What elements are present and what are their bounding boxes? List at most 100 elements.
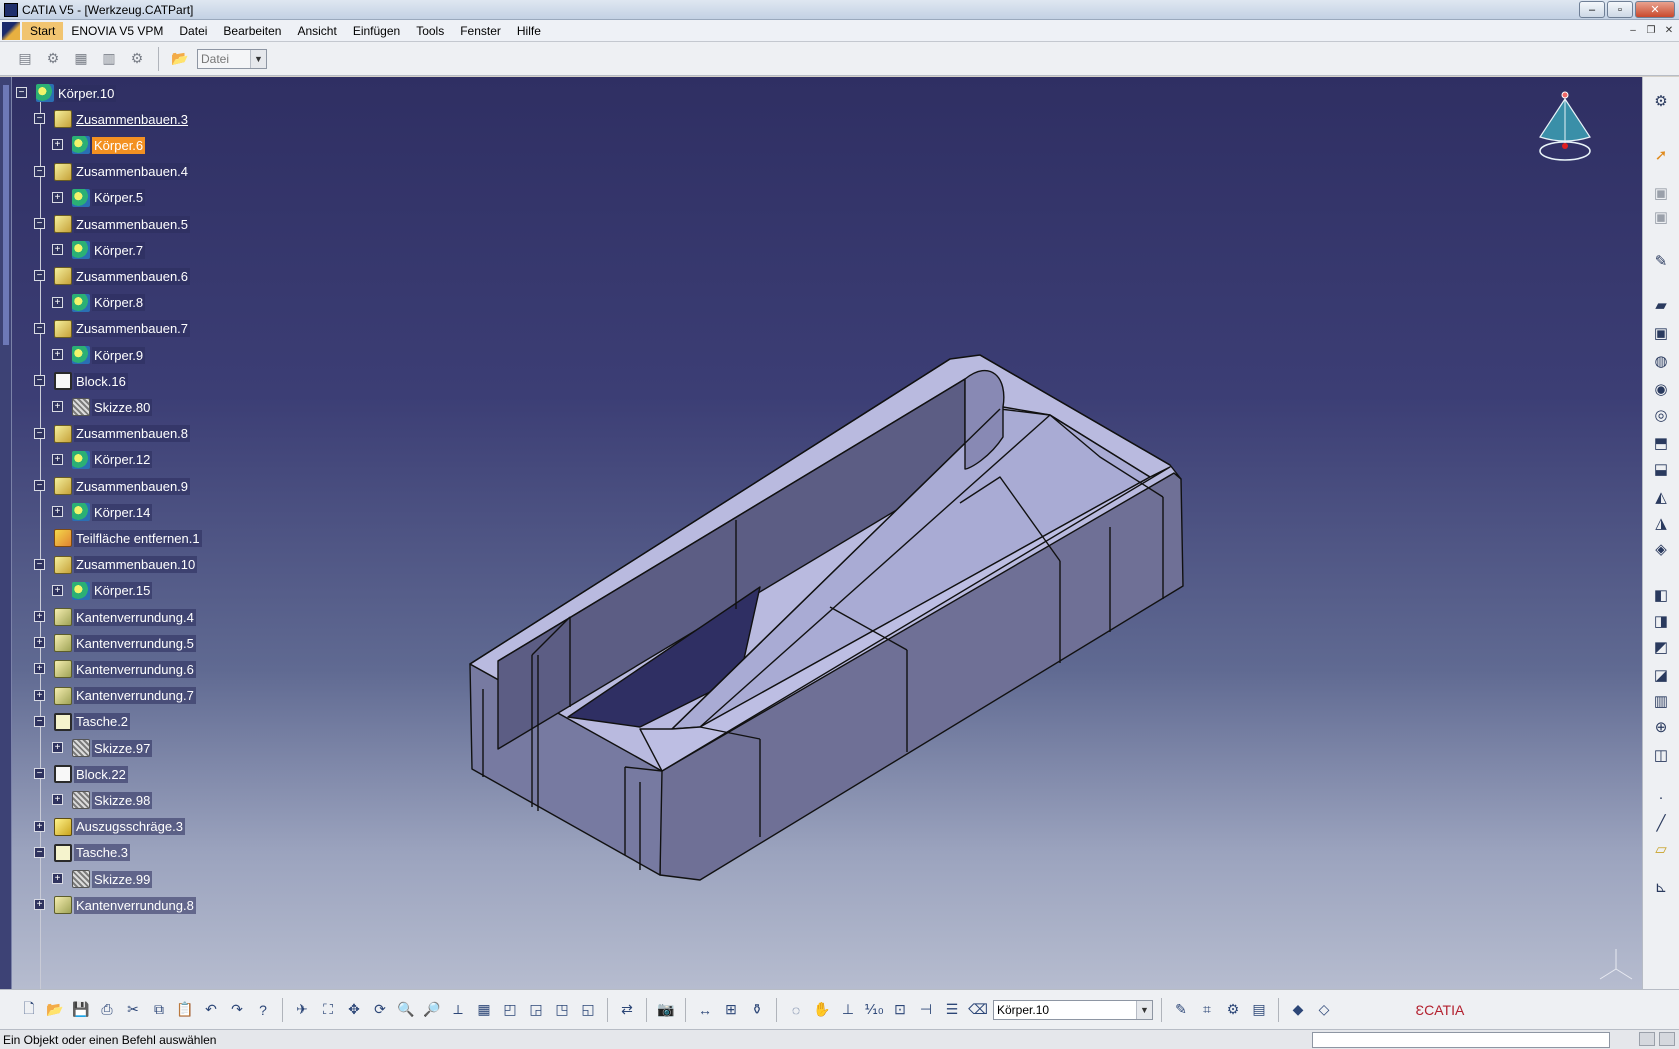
shaft-icon[interactable]: ◍: [1651, 351, 1671, 371]
slot-icon[interactable]: ⬓: [1651, 459, 1671, 479]
snap-icon[interactable]: ⊡: [889, 999, 911, 1021]
collapse-icon[interactable]: −: [16, 87, 27, 98]
expand-icon[interactable]: +: [34, 820, 45, 832]
save-icon[interactable]: 💾: [70, 999, 92, 1021]
open-icon[interactable]: 📂: [44, 999, 66, 1021]
expand-icon[interactable]: +: [52, 349, 63, 360]
tree-node[interactable]: + Skizze.80: [52, 395, 153, 419]
open-folder-icon[interactable]: 📂: [169, 48, 191, 70]
measure-inertia-icon[interactable]: ⚱: [746, 999, 768, 1021]
multi-view-icon[interactable]: ▦: [473, 999, 495, 1021]
tree-node[interactable]: Teilfläche entfernen.1: [54, 526, 202, 550]
tree-node[interactable]: + Körper.9: [52, 343, 146, 367]
expand-icon[interactable]: +: [34, 689, 45, 701]
cut-icon[interactable]: ✂: [122, 999, 144, 1021]
tree-node[interactable]: − Zusammenbauen.9: [34, 474, 191, 498]
tree-node[interactable]: + Körper.12: [52, 448, 153, 472]
expand-icon[interactable]: +: [34, 663, 45, 675]
normal-view-icon[interactable]: ⟂: [447, 999, 469, 1021]
expand-icon[interactable]: +: [52, 139, 63, 151]
loft-icon[interactable]: ◮: [1651, 513, 1671, 533]
eraser-icon[interactable]: ⌫: [967, 999, 989, 1021]
thread-icon[interactable]: ⊕: [1651, 717, 1671, 737]
pan-icon[interactable]: ✥: [343, 999, 365, 1021]
tree-node[interactable]: − Zusammenbauen.7: [34, 317, 191, 341]
tree-node[interactable]: + Kantenverrundung.5: [34, 631, 196, 655]
doc-close-button[interactable]: ✕: [1661, 23, 1677, 37]
hole-icon[interactable]: ◎: [1651, 405, 1671, 425]
collapse-icon[interactable]: −: [34, 427, 45, 439]
collapse-icon[interactable]: −: [34, 218, 45, 229]
point-icon[interactable]: ·: [1651, 787, 1671, 807]
draft-icon[interactable]: ◩: [1651, 637, 1671, 657]
plane-icon[interactable]: ▱: [1651, 839, 1671, 859]
expand-icon[interactable]: +: [34, 637, 45, 649]
file-combo[interactable]: Datei ▼: [197, 48, 267, 69]
copy-icon[interactable]: ⧉: [148, 999, 170, 1021]
collapse-icon[interactable]: −: [34, 768, 45, 780]
collapse-icon[interactable]: −: [34, 270, 45, 282]
collapse-icon[interactable]: −: [34, 165, 45, 177]
tree-node[interactable]: − Zusammenbauen.4: [34, 160, 191, 184]
tree-node[interactable]: + Kantenverrundung.4: [34, 605, 196, 629]
line-icon[interactable]: ╱: [1651, 813, 1671, 833]
thickness-icon[interactable]: ▥: [1651, 691, 1671, 711]
zoom-in-icon[interactable]: 🔍: [395, 999, 417, 1021]
apply-material-icon[interactable]: ◌: [785, 999, 807, 1021]
chamfer-icon[interactable]: ◨: [1651, 611, 1671, 631]
expand-icon[interactable]: +: [52, 506, 63, 518]
collapse-icon[interactable]: −: [34, 322, 45, 334]
menu-start[interactable]: Start: [22, 21, 64, 40]
pad-icon[interactable]: ▰: [1651, 295, 1671, 315]
expand-icon[interactable]: +: [34, 899, 45, 911]
expand-icon[interactable]: +: [52, 244, 63, 256]
paste-icon[interactable]: ▣: [1651, 207, 1671, 227]
undo-icon[interactable]: ↶: [200, 999, 222, 1021]
paste-icon[interactable]: 📋: [174, 999, 196, 1021]
expand-icon[interactable]: +: [34, 611, 45, 622]
expand-icon[interactable]: +: [52, 873, 63, 884]
collapse-icon[interactable]: −: [34, 715, 45, 727]
expand-icon[interactable]: +: [52, 401, 63, 413]
tree-node[interactable]: + Körper.6: [52, 133, 146, 157]
measure-between-icon[interactable]: ↔: [694, 999, 716, 1021]
tree-node[interactable]: − Tasche.2: [34, 710, 131, 734]
chevron-down-icon[interactable]: ▼: [1136, 1000, 1152, 1019]
tree-node[interactable]: − Zusammenbauen.6: [34, 264, 191, 288]
feature-list-icon[interactable]: ◇: [1313, 999, 1335, 1021]
command-input[interactable]: [1312, 1032, 1610, 1048]
expand-icon[interactable]: +: [52, 794, 63, 806]
document-icon[interactable]: [2, 21, 20, 40]
catalog-icon[interactable]: ▤: [1248, 999, 1270, 1021]
redo-icon[interactable]: ↷: [226, 999, 248, 1021]
tree-node[interactable]: + Körper.7: [52, 238, 146, 262]
sketch-analysis-icon[interactable]: ✎: [1170, 999, 1192, 1021]
measure-item-icon[interactable]: ⊞: [720, 999, 742, 1021]
expand-icon[interactable]: +: [52, 742, 63, 753]
new-part-icon[interactable]: ▤: [14, 48, 36, 70]
tree-node[interactable]: + Skizze.97: [52, 736, 153, 760]
part-model[interactable]: [0, 77, 1642, 989]
body-combo[interactable]: Körper.10 ▼: [993, 999, 1153, 1020]
vpm-connect-icon[interactable]: ⚙: [42, 48, 64, 70]
remove-loft-icon[interactable]: ◈: [1651, 539, 1671, 559]
menu-enovia[interactable]: ENOVIA V5 VPM: [63, 22, 171, 40]
menu-fenster[interactable]: Fenster: [452, 22, 509, 40]
expand-icon[interactable]: +: [52, 191, 63, 203]
tree-node[interactable]: − Zusammenbauen.5: [34, 212, 191, 236]
menu-tools[interactable]: Tools: [408, 22, 452, 40]
constraint-icon[interactable]: ⊣: [915, 999, 937, 1021]
tree-node[interactable]: − Block.16: [34, 369, 128, 393]
close-button[interactable]: ✕: [1635, 1, 1675, 18]
tree-node[interactable]: + Kantenverrundung.6: [34, 657, 196, 681]
feature-icon[interactable]: ◆: [1287, 999, 1309, 1021]
collapse-icon[interactable]: −: [34, 846, 45, 858]
status-button-1[interactable]: [1639, 1032, 1655, 1046]
print-icon[interactable]: ⎙: [96, 999, 118, 1021]
tree-node[interactable]: + Auszugsschräge.3: [34, 815, 185, 839]
status-button-2[interactable]: [1659, 1032, 1675, 1046]
rib-icon[interactable]: ⬒: [1651, 433, 1671, 453]
doc-minimize-button[interactable]: –: [1625, 23, 1641, 37]
tree-node[interactable]: − Block.22: [34, 762, 128, 786]
expand-icon[interactable]: +: [52, 453, 63, 465]
